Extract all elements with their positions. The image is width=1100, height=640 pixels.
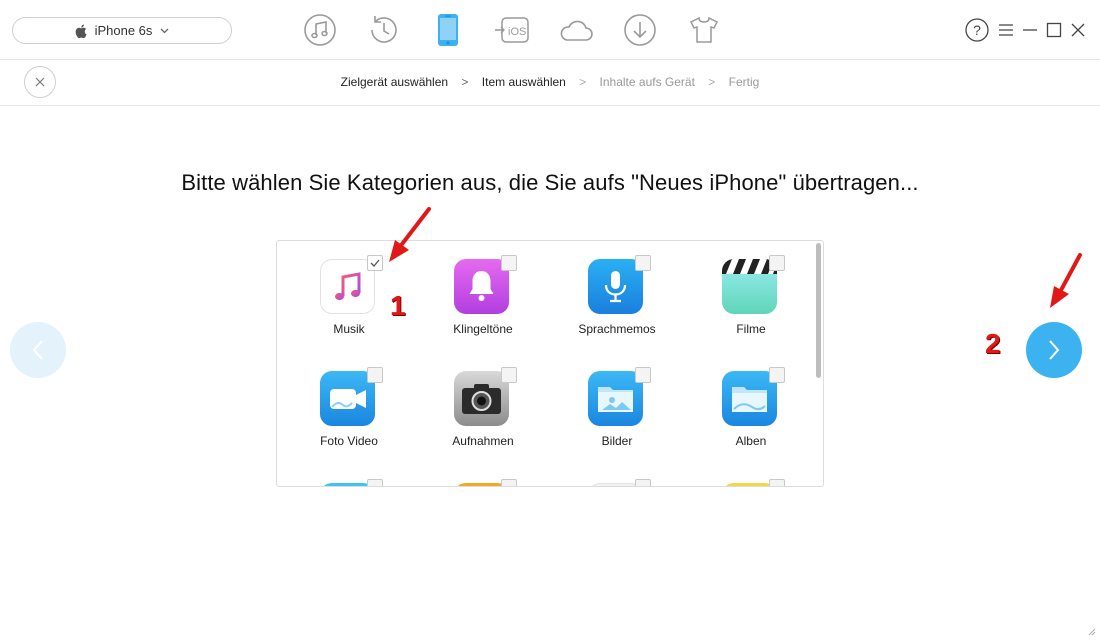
category-row-partial[interactable] <box>277 465 411 486</box>
phone-icon <box>438 14 458 46</box>
category-checkbox[interactable] <box>635 367 651 383</box>
tool-music[interactable] <box>300 10 340 50</box>
tool-phone[interactable] <box>428 10 468 50</box>
ios-transfer-icon: iOS <box>495 17 529 43</box>
breadcrumb-step: Fertig <box>728 75 760 89</box>
breadcrumb-step: Inhalte aufs Gerät <box>599 75 695 89</box>
category-alben[interactable]: Alben <box>679 353 813 453</box>
tool-history[interactable] <box>364 10 404 50</box>
category-sprachmemos[interactable]: Sprachmemos <box>545 241 679 341</box>
breadcrumb-separator: > <box>461 75 469 89</box>
download-icon <box>624 14 656 46</box>
breadcrumb-separator: > <box>708 75 716 89</box>
category-row-partial[interactable] <box>545 465 679 486</box>
category-row-partial[interactable] <box>679 465 813 486</box>
category-aufnahmen[interactable]: Aufnahmen <box>411 353 545 453</box>
breadcrumb-step: Item auswählen <box>481 75 566 89</box>
menu-icon <box>999 24 1013 36</box>
checkmark-icon <box>370 259 380 267</box>
tool-tshirt[interactable] <box>684 10 724 50</box>
panel-scrollbar[interactable] <box>816 243 821 378</box>
chevron-left-icon <box>32 340 43 360</box>
menu-button[interactable] <box>998 22 1014 38</box>
svg-text:?: ? <box>973 22 981 38</box>
category-bilder[interactable]: Bilder <box>545 353 679 453</box>
cloud-icon <box>560 20 593 41</box>
chevron-right-icon <box>1049 340 1060 360</box>
apple-logo-icon <box>75 24 87 38</box>
page-heading: Bitte wählen Sie Kategorien aus, die Sie… <box>181 170 919 195</box>
device-name: iPhone 6s <box>94 23 153 38</box>
tool-cloud[interactable] <box>556 10 596 50</box>
previous-button[interactable] <box>10 322 66 378</box>
next-button[interactable] <box>1026 322 1082 378</box>
annotation-arrow-icon <box>1050 253 1082 308</box>
category-label: Sprachmemos <box>578 322 656 336</box>
category-checkbox[interactable] <box>367 367 383 383</box>
music-note-icon <box>304 14 336 46</box>
category-label: Foto Video <box>320 434 378 448</box>
category-checkbox[interactable] <box>769 367 785 383</box>
category-checkbox[interactable] <box>769 255 785 271</box>
annotation-number: 1 <box>390 290 406 321</box>
tool-download[interactable] <box>620 10 660 50</box>
close-window-button[interactable] <box>1070 22 1086 38</box>
tool-ios-transfer[interactable]: iOS <box>492 10 532 50</box>
close-icon <box>1071 23 1085 37</box>
top-toolbar: iPhone 6s iOS ? <box>0 0 1100 60</box>
breadcrumb-step: Zielgerät auswählen <box>340 75 449 89</box>
breadcrumb-bar: Zielgerät auswählen > Item auswählen > I… <box>0 60 1100 106</box>
maximize-icon <box>1046 22 1062 38</box>
history-clock-icon <box>371 16 397 43</box>
category-filme[interactable]: Filme <box>679 241 813 341</box>
category-label: Bilder <box>601 434 633 448</box>
annotation-number: 2 <box>985 328 1001 359</box>
device-selector[interactable]: iPhone 6s <box>12 17 232 44</box>
category-label: Klingeltöne <box>453 322 513 336</box>
category-checkbox[interactable] <box>501 255 517 271</box>
category-label: Aufnahmen <box>452 434 514 448</box>
category-checkbox[interactable] <box>367 255 383 271</box>
category-checkbox[interactable] <box>635 479 651 486</box>
tshirt-icon <box>689 16 719 43</box>
category-label: Alben <box>735 434 767 448</box>
resize-grip-icon[interactable] <box>1086 626 1096 636</box>
category-label: Filme <box>736 322 766 336</box>
category-label: Musik <box>333 322 365 336</box>
category-row-partial[interactable] <box>411 465 545 486</box>
breadcrumb-separator: > <box>579 75 587 89</box>
category-panel: Musik Klingeltöne Sprachmemos Filme Foto… <box>276 240 824 487</box>
category-checkbox[interactable] <box>501 367 517 383</box>
annotation-arrow-icon <box>389 207 431 262</box>
help-button[interactable]: ? <box>965 18 989 42</box>
minimize-button[interactable] <box>1022 22 1038 38</box>
minimize-icon <box>1023 29 1037 31</box>
maximize-button[interactable] <box>1046 22 1062 38</box>
category-checkbox[interactable] <box>367 479 383 486</box>
category-checkbox[interactable] <box>769 479 785 486</box>
chevron-down-icon <box>160 28 169 33</box>
category-foto-video[interactable]: Foto Video <box>277 353 411 453</box>
category-checkbox[interactable] <box>501 479 517 486</box>
help-icon: ? <box>965 18 989 42</box>
breadcrumb: Zielgerät auswählen > Item auswählen > I… <box>0 75 1100 89</box>
category-checkbox[interactable] <box>635 255 651 271</box>
svg-text:iOS: iOS <box>508 26 526 38</box>
